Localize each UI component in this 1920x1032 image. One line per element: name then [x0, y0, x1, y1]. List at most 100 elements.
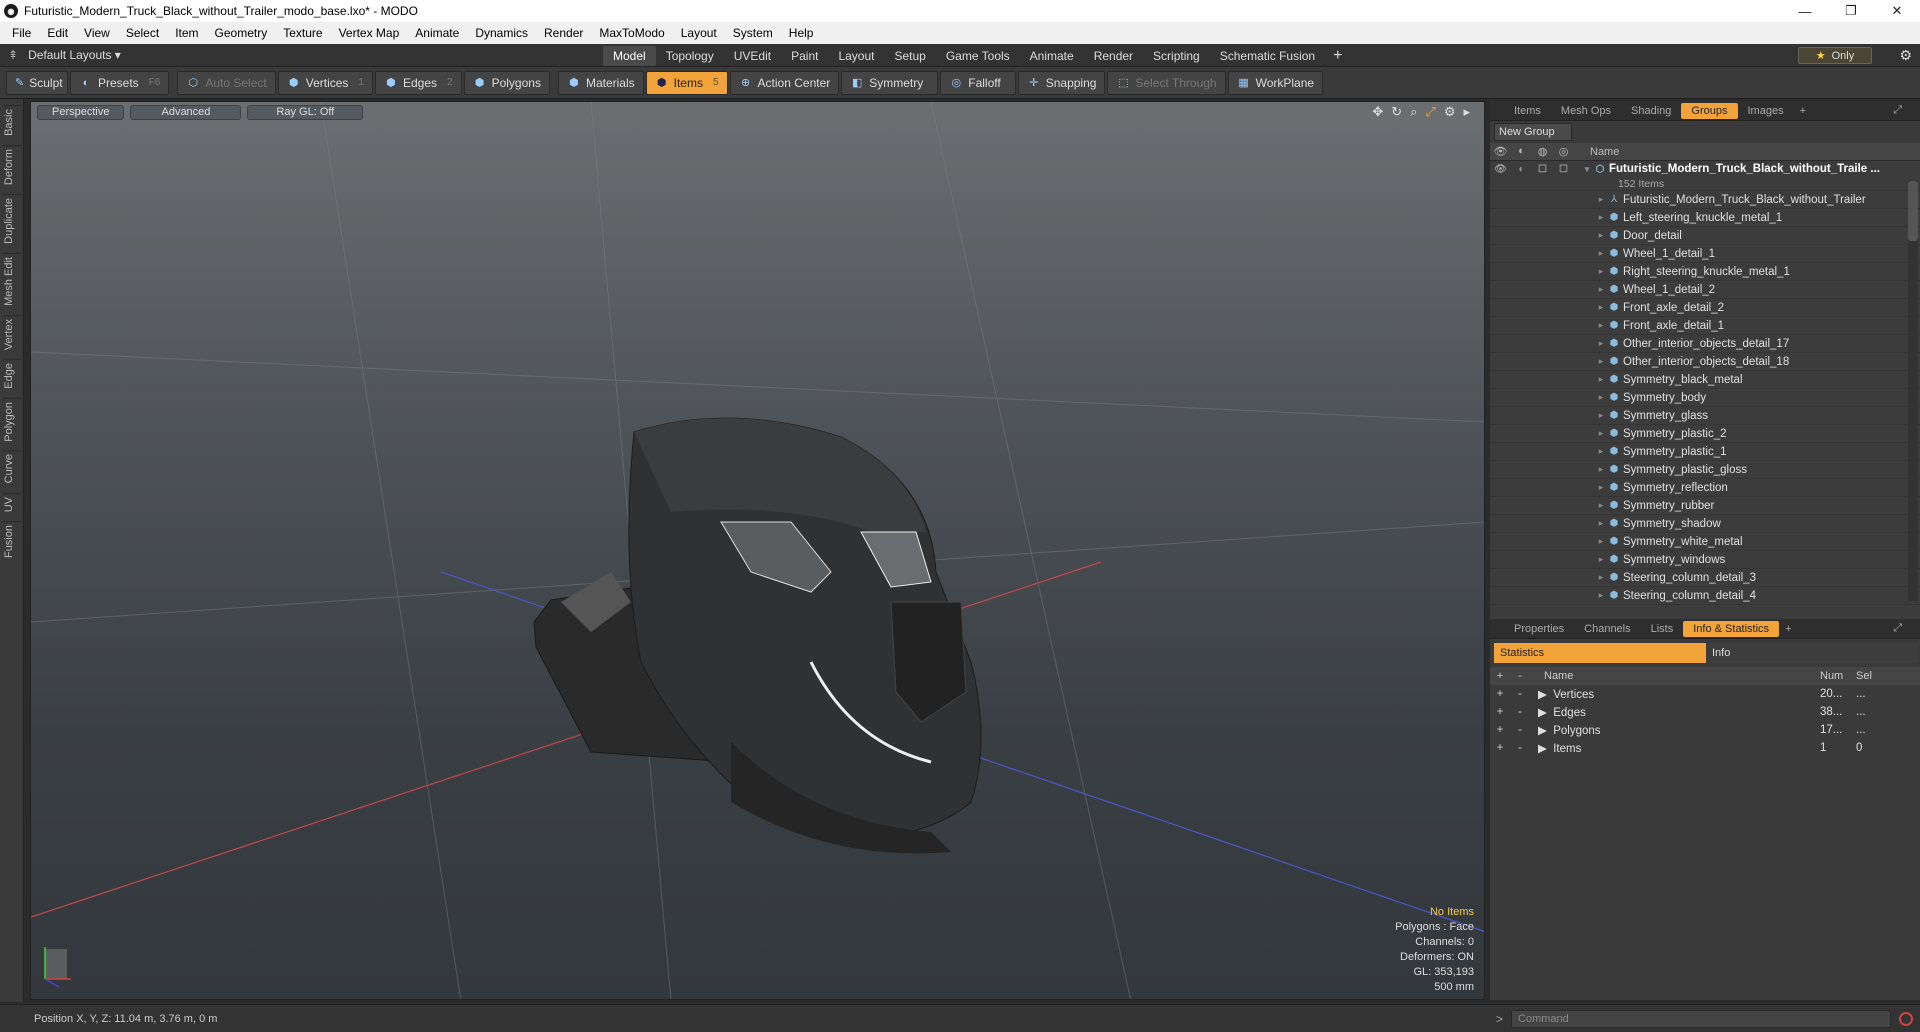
- tab-edge[interactable]: Edge: [2, 358, 21, 392]
- add-tab-icon[interactable]: +: [1794, 105, 1812, 117]
- remove-icon[interactable]: -: [1510, 742, 1530, 754]
- view-mode-button[interactable]: Perspective: [37, 104, 125, 120]
- expand-arrow-icon[interactable]: ▸: [1594, 410, 1608, 421]
- list-item[interactable]: ▸ ⬢ Door_detail: [1490, 227, 1920, 245]
- tab-model[interactable]: Model: [603, 45, 656, 66]
- tab-properties[interactable]: Properties: [1504, 621, 1574, 637]
- tab-vertex[interactable]: Vertex: [2, 314, 21, 353]
- close-button[interactable]: ✕: [1874, 0, 1920, 22]
- expand-arrow-icon[interactable]: ▸: [1594, 392, 1608, 403]
- expand-arrow-icon[interactable]: ▸: [1594, 428, 1608, 439]
- tab-game-tools[interactable]: Game Tools: [936, 46, 1020, 66]
- collapse-icon[interactable]: ⇞: [8, 48, 18, 62]
- 3d-viewport[interactable]: Perspective Advanced Ray GL: Off ✥ ↻ ⌕ ⤢…: [30, 101, 1485, 1000]
- list-item[interactable]: ▸ ⬢ Symmetry_reflection: [1490, 479, 1920, 497]
- sculpt-button[interactable]: ✎ Sculpt: [6, 70, 68, 95]
- only-button[interactable]: ★ Only: [1798, 47, 1872, 64]
- expand-arrow-icon[interactable]: ▸: [1594, 482, 1608, 493]
- expand-arrow-icon[interactable]: ▸: [1594, 464, 1608, 475]
- expand-arrow-icon[interactable]: ▸: [1594, 302, 1608, 313]
- shading-mode-button[interactable]: Advanced: [130, 104, 242, 120]
- expand-arrow-icon[interactable]: ▶: [1538, 689, 1553, 701]
- list-item[interactable]: ▸ ⬢ Symmetry_shadow: [1490, 515, 1920, 533]
- select-through-button[interactable]: ⬚ Select Through: [1107, 70, 1226, 95]
- tab-info-statistics[interactable]: Info & Statistics: [1683, 620, 1780, 637]
- polygons-button[interactable]: ⬢ Polygons: [463, 70, 550, 95]
- menu-geometry[interactable]: Geometry: [207, 26, 276, 40]
- expand-arrow-icon[interactable]: ▸: [1594, 248, 1608, 259]
- add-icon[interactable]: +: [1490, 706, 1510, 718]
- scrollbar-thumb[interactable]: [1908, 181, 1918, 241]
- expand-arrow-icon[interactable]: ▶: [1538, 743, 1553, 755]
- rotate-icon[interactable]: ↻: [1391, 104, 1402, 120]
- tab-polygon[interactable]: Polygon: [2, 397, 21, 445]
- action-center-button[interactable]: ⊕ Action Center: [729, 70, 840, 95]
- expand-arrow-icon[interactable]: ▶: [1538, 707, 1553, 719]
- expand-arrow-icon[interactable]: ▸: [1594, 590, 1608, 601]
- list-item[interactable]: ▸ ⬢ Symmetry_rubber: [1490, 497, 1920, 515]
- expand-arrow-icon[interactable]: ▸: [1594, 230, 1608, 241]
- add-icon[interactable]: +: [1490, 742, 1510, 754]
- groups-scrollbar[interactable]: [1908, 181, 1918, 601]
- list-item[interactable]: ▸ ⬢ Symmetry_body: [1490, 389, 1920, 407]
- lock-toggle-icon[interactable]: ☐: [1532, 164, 1553, 175]
- pan-icon[interactable]: ✥: [1372, 104, 1383, 120]
- expand-arrow-icon[interactable]: ▸: [1594, 266, 1608, 277]
- menu-select[interactable]: Select: [118, 26, 167, 40]
- add-icon[interactable]: +: [1490, 724, 1510, 736]
- remove-icon[interactable]: -: [1510, 706, 1530, 718]
- items-button[interactable]: ⬢ Items 5: [645, 70, 728, 95]
- menu-dynamics[interactable]: Dynamics: [467, 26, 536, 40]
- truck-model[interactable]: [533, 417, 982, 854]
- list-item[interactable]: ▸ ⬢ Right_steering_knuckle_metal_1: [1490, 263, 1920, 281]
- auto-select-button[interactable]: ⬡ Auto Select: [177, 70, 276, 95]
- expand-arrow-icon[interactable]: ▸: [1594, 320, 1608, 331]
- stats-row[interactable]: + - ▶ Items 1 0: [1490, 739, 1920, 757]
- tab-animate[interactable]: Animate: [1020, 46, 1084, 66]
- tab-render[interactable]: Render: [1084, 46, 1143, 66]
- menu-animate[interactable]: Animate: [407, 26, 467, 40]
- list-item[interactable]: ▸ ⬢ Wheel_1_detail_2: [1490, 281, 1920, 299]
- list-item[interactable]: ▸ ⬢ Steering_column_detail_3: [1490, 569, 1920, 587]
- tab-setup[interactable]: Setup: [884, 46, 935, 66]
- subtab-statistics[interactable]: Statistics: [1494, 643, 1706, 663]
- expand-arrow-icon[interactable]: ▸: [1594, 554, 1608, 565]
- expand-arrow-icon[interactable]: ▸: [1594, 212, 1608, 223]
- falloff-button[interactable]: ◎ Falloff: [940, 70, 1016, 95]
- add-icon[interactable]: +: [1490, 688, 1510, 700]
- subtab-info[interactable]: Info: [1706, 643, 1918, 663]
- remove-all-icon[interactable]: -: [1510, 670, 1530, 682]
- collapse-arrow-icon[interactable]: ▾: [1580, 164, 1594, 175]
- fit-icon[interactable]: ⤢: [1425, 104, 1435, 120]
- menu-render[interactable]: Render: [536, 26, 591, 40]
- symmetry-button[interactable]: ◧ Symmetry: [841, 70, 939, 95]
- tab-basic[interactable]: Basic: [2, 105, 21, 139]
- select-toggle-icon[interactable]: ☐: [1553, 164, 1574, 175]
- stats-row[interactable]: + - ▶ Vertices 20......: [1490, 685, 1920, 703]
- tab-uvedit[interactable]: UVEdit: [724, 46, 781, 66]
- list-item[interactable]: ▸ ⬢ Symmetry_glass: [1490, 407, 1920, 425]
- record-icon[interactable]: [1899, 1011, 1914, 1026]
- tab-layout[interactable]: Layout: [828, 46, 884, 66]
- expand-arrow-icon[interactable]: ▸: [1594, 374, 1608, 385]
- list-item[interactable]: ▸ ⬢ Symmetry_black_metal: [1490, 371, 1920, 389]
- menu-texture[interactable]: Texture: [275, 26, 330, 40]
- list-item[interactable]: ▸ ⬢ Symmetry_white_metal: [1490, 533, 1920, 551]
- tab-paint[interactable]: Paint: [781, 46, 828, 66]
- menu-item[interactable]: Item: [167, 26, 206, 40]
- menu-system[interactable]: System: [725, 26, 781, 40]
- add-tab-icon[interactable]: +: [1325, 47, 1350, 65]
- expand-arrow-icon[interactable]: ▸: [1594, 536, 1608, 547]
- tab-schematic-fusion[interactable]: Schematic Fusion: [1210, 46, 1325, 66]
- tab-images[interactable]: Images: [1738, 103, 1794, 119]
- menu-help[interactable]: Help: [781, 26, 822, 40]
- render-toggle-icon[interactable]: ◐: [1511, 164, 1532, 175]
- menu-vertex-map[interactable]: Vertex Map: [331, 26, 408, 40]
- tab-shading[interactable]: Shading: [1621, 103, 1681, 119]
- zoom-icon[interactable]: ⌕: [1410, 104, 1417, 120]
- menu-edit[interactable]: Edit: [39, 26, 76, 40]
- tab-mesh-ops[interactable]: Mesh Ops: [1551, 103, 1621, 119]
- tab-deform[interactable]: Deform: [2, 144, 21, 188]
- expand-arrow-icon[interactable]: ▸: [1594, 194, 1608, 205]
- visibility-toggle-icon[interactable]: 👁: [1490, 164, 1511, 175]
